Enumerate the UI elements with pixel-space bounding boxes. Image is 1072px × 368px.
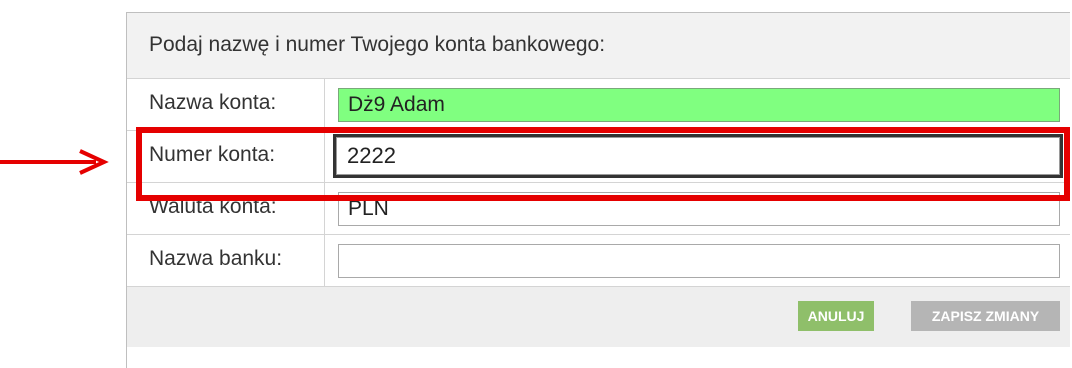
account-name-label: Nazwa konta: — [127, 79, 325, 130]
cancel-button[interactable]: ANULUJ — [798, 301, 874, 331]
save-changes-button[interactable]: ZAPISZ ZMIANY — [911, 301, 1060, 331]
form-heading: Podaj nazwę i numer Twojego konta bankow… — [127, 13, 1070, 79]
bank-name-row: Nazwa banku: — [127, 235, 1070, 287]
account-name-input[interactable] — [338, 88, 1060, 122]
right-arrow-icon — [0, 149, 109, 175]
bank-name-input[interactable] — [338, 244, 1060, 278]
account-name-row: Nazwa konta: — [127, 79, 1070, 131]
bank-name-label: Nazwa banku: — [127, 235, 325, 286]
highlight-box — [136, 127, 1070, 201]
form-footer: ANULUJ ZAPISZ ZMIANY — [127, 287, 1070, 347]
